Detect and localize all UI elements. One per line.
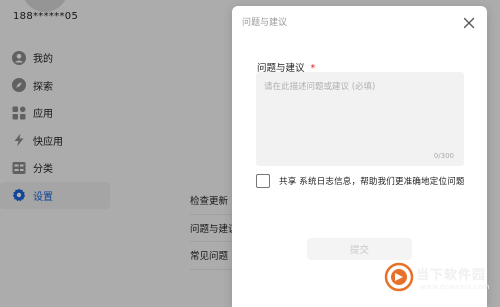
share-logs-label: 共享 系统日志信息，帮助我们更准确地定位问题 [279, 177, 465, 187]
watermark: 当下软件园 www.downxia.com [384, 262, 496, 298]
char-counter: 0/300 [433, 152, 454, 160]
dialog-title: 问题与建议 [242, 18, 288, 28]
close-icon[interactable] [463, 14, 475, 29]
watermark-url: www.downxia.com [420, 283, 490, 291]
watermark-logo-icon [384, 262, 414, 292]
share-logs-row: 共享 系统日志信息，帮助我们更准确地定位问题 [256, 174, 465, 188]
submit-button[interactable]: 提交 [307, 238, 412, 260]
feedback-textarea-box: 0/300 [256, 72, 464, 166]
share-logs-checkbox[interactable] [256, 174, 270, 188]
feedback-textarea[interactable] [256, 72, 464, 166]
watermark-name: 当下软件园 [416, 268, 487, 283]
